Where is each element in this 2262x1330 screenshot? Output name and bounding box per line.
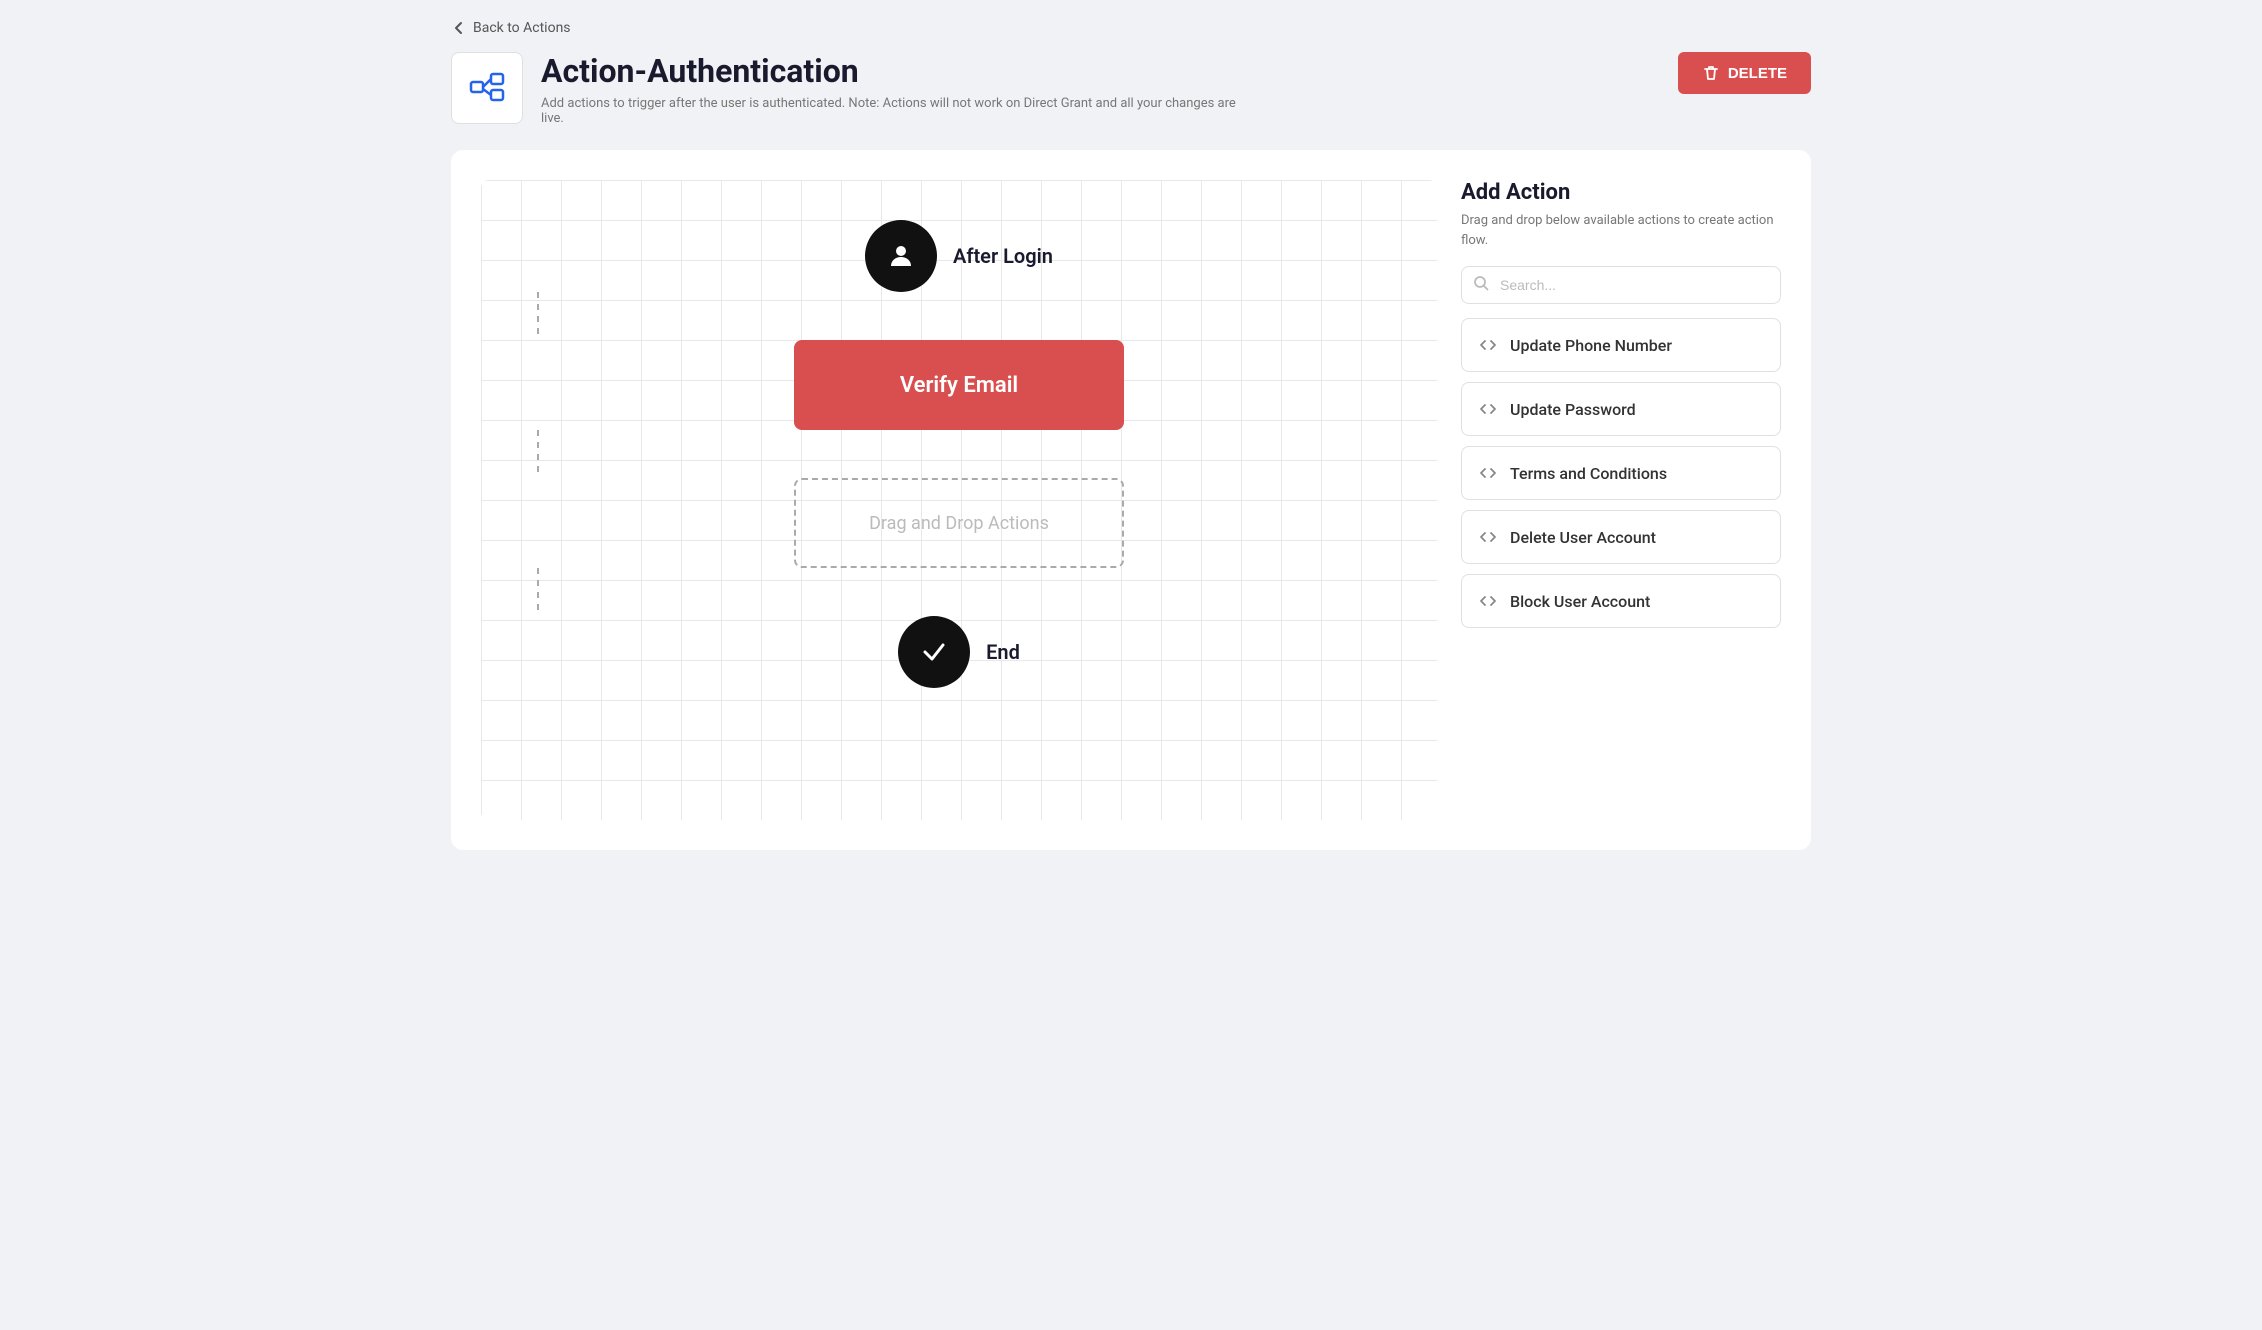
sidebar-subtitle: Drag and drop below available actions to… <box>1461 211 1781 250</box>
page-description: Add actions to trigger after the user is… <box>541 96 1241 126</box>
end-node-circle <box>898 616 970 688</box>
page-title: Action-Authentication <box>541 52 1241 90</box>
code-icon <box>1478 335 1498 355</box>
drop-zone-label: Drag and Drop Actions <box>869 513 1049 534</box>
header-text: Action-Authentication Add actions to tri… <box>541 52 1241 126</box>
action-item-label-update-password: Update Password <box>1510 400 1636 419</box>
back-label: Back to Actions <box>473 20 571 36</box>
action-item-block-user[interactable]: Block User Account <box>1461 574 1781 628</box>
delete-button[interactable]: DELETE <box>1678 52 1811 94</box>
sidebar: Add Action Drag and drop below available… <box>1461 180 1781 820</box>
action-node[interactable]: Verify Email <box>794 340 1124 430</box>
code-icon <box>1478 463 1498 483</box>
start-node: After Login <box>865 220 1053 292</box>
end-node: End <box>898 616 1020 688</box>
end-node-label: End <box>986 640 1020 664</box>
code-icon <box>1478 399 1498 419</box>
start-node-label: After Login <box>953 244 1053 268</box>
drop-zone[interactable]: Drag and Drop Actions <box>794 478 1124 568</box>
main-content: After Login Verify Email Drag and Drop A… <box>451 150 1811 850</box>
arrow-left-icon <box>451 20 467 36</box>
check-icon <box>920 638 948 666</box>
user-icon <box>885 240 917 272</box>
flow-icon <box>467 68 507 108</box>
action-item-update-phone[interactable]: Update Phone Number <box>1461 318 1781 372</box>
search-icon <box>1473 275 1489 295</box>
code-icon <box>1478 527 1498 547</box>
action-list: Update Phone Number Update Password Term… <box>1461 318 1781 628</box>
page-header: Action-Authentication Add actions to tri… <box>451 52 1811 126</box>
action-item-update-password[interactable]: Update Password <box>1461 382 1781 436</box>
connector-2 <box>537 430 539 478</box>
back-link[interactable]: Back to Actions <box>451 20 571 36</box>
action-item-label-update-phone: Update Phone Number <box>1510 336 1672 355</box>
search-input[interactable] <box>1461 266 1781 304</box>
action-item-delete-user[interactable]: Delete User Account <box>1461 510 1781 564</box>
connector-3 <box>537 568 539 616</box>
search-box <box>1461 266 1781 304</box>
action-node-label: Verify Email <box>900 373 1018 398</box>
action-item-label-delete-user: Delete User Account <box>1510 528 1656 547</box>
code-icon <box>1478 591 1498 611</box>
connector-1 <box>537 292 539 340</box>
action-item-label-terms-conditions: Terms and Conditions <box>1510 464 1667 483</box>
flow-canvas: After Login Verify Email Drag and Drop A… <box>481 180 1437 820</box>
delete-label: DELETE <box>1728 65 1787 82</box>
action-item-terms-conditions[interactable]: Terms and Conditions <box>1461 446 1781 500</box>
trash-icon <box>1702 64 1720 82</box>
header-left: Action-Authentication Add actions to tri… <box>451 52 1241 126</box>
page-icon-box <box>451 52 523 124</box>
start-node-circle <box>865 220 937 292</box>
sidebar-title: Add Action <box>1461 180 1781 205</box>
action-item-label-block-user: Block User Account <box>1510 592 1650 611</box>
